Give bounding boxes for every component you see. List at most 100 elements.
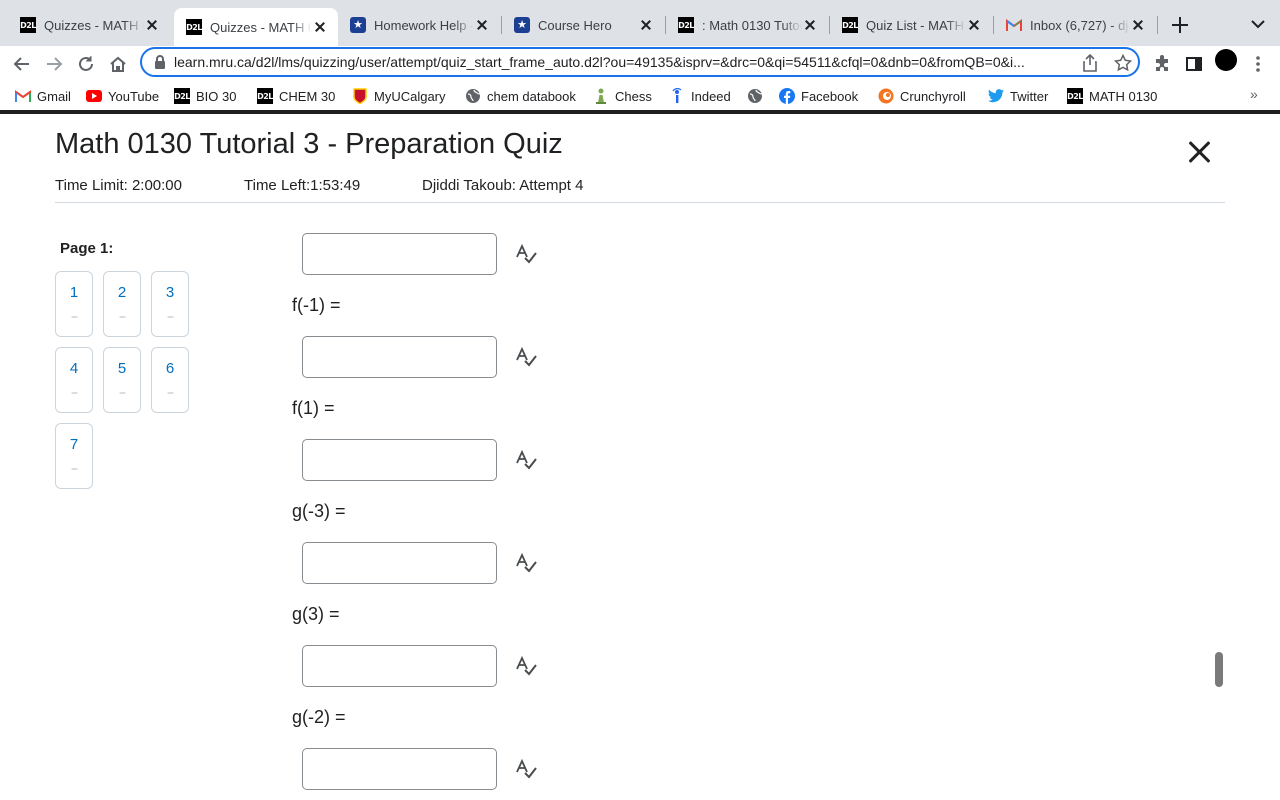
close-tab-icon[interactable] [1130,17,1146,33]
math-editor-icon[interactable] [514,449,538,473]
question-status: -- [119,309,126,323]
profile-avatar[interactable] [1215,49,1237,71]
math-editor-icon[interactable] [514,346,538,370]
question-label: f(1) = [292,398,335,418]
address-bar[interactable]: learn.mru.ca/d2l/lms/quizzing/user/attem… [140,47,1140,77]
question-status: -- [71,461,78,475]
tab-title: Homework Help - Course Hero [374,17,474,33]
bookmark-indeed[interactable]: Indeed [669,86,731,106]
question-nav-4[interactable]: 4 -- [55,347,93,413]
lock-icon[interactable] [154,55,166,74]
question-nav-3[interactable]: 3 -- [151,271,189,337]
bookmarks-overflow-icon[interactable]: » [1250,86,1258,102]
question-nav-5[interactable]: 5 -- [103,347,141,413]
answer-input[interactable] [302,645,497,687]
question-number: 4 [69,360,79,377]
indeed-icon [669,88,685,104]
page-title: Math 0130 Tutorial 3 - Preparation Quiz [55,128,563,160]
question-number: 6 [165,360,175,377]
extensions-icon[interactable] [1150,52,1174,76]
question-nav-7[interactable]: 7 -- [55,423,93,489]
globe-icon [465,88,481,104]
question-nav-6[interactable]: 6 -- [151,347,189,413]
bookmark-myucalgary[interactable]: MyUCalgary [352,86,446,106]
math-editor-icon[interactable] [514,243,538,267]
bookmark-youtube[interactable]: YouTube [86,86,159,106]
bookmark-math0130[interactable]: D2L MATH 0130 [1067,86,1157,106]
bookmark-label: chem databook [487,88,576,104]
bookmark-crunchyroll[interactable]: Crunchyroll [878,86,966,106]
bookmark-star-icon[interactable] [1113,53,1133,72]
answer-input[interactable] [302,336,497,378]
question-label: f(-1) = [292,295,341,315]
bookmark-bio30[interactable]: D2L BIO 30 [174,86,236,106]
close-tab-icon[interactable] [474,17,490,33]
attempt-info: Djiddi Takoub: Attempt 4 [422,177,584,194]
share-icon[interactable] [1082,53,1100,72]
bookmark-chem-databook[interactable]: chem databook [465,86,576,106]
bookmark-label: CHEM 30 [279,88,336,104]
close-tab-icon[interactable] [144,17,160,33]
side-panel-icon[interactable] [1182,52,1206,76]
browser-tab-active[interactable]: D2L Quizzes - MATH 0130 [174,8,338,46]
browser-toolbar: learn.mru.ca/d2l/lms/quizzing/user/attem… [0,46,1280,82]
bookmark-globe[interactable] [747,86,769,106]
math-editor-icon[interactable] [514,552,538,576]
close-tab-icon[interactable] [638,17,654,33]
bookmark-label: MyUCalgary [374,88,446,104]
scrollbar-thumb[interactable] [1215,652,1223,687]
tab-title: : Math 0130 Tutorial 3 [702,17,802,33]
bookmark-twitter[interactable]: Twitter [988,86,1048,106]
question-status: -- [71,309,78,323]
url-text[interactable]: learn.mru.ca/d2l/lms/quizzing/user/attem… [174,54,1074,70]
browser-tab[interactable]: D2L Quiz List - MATH 0130 [830,8,992,42]
browser-tab[interactable]: ★ Homework Help - Course Hero [338,8,500,42]
d2l-icon: D2L [186,19,202,35]
question-number: 5 [117,360,127,377]
answer-input[interactable] [302,233,497,275]
ucalgary-icon [352,88,368,104]
chess-icon [593,88,609,104]
bookmark-label: Chess [615,88,652,104]
tab-title: Course Hero [538,17,612,33]
course-hero-icon: ★ [350,17,366,33]
close-tab-icon[interactable] [966,17,982,33]
bookmark-facebook[interactable]: Facebook [779,86,858,106]
close-icon[interactable] [1186,138,1214,166]
new-tab-icon[interactable] [1168,13,1192,37]
question-status: -- [71,385,78,399]
answer-input[interactable] [302,542,497,584]
answer-input[interactable] [302,439,497,481]
back-icon[interactable] [8,50,36,78]
tab-separator [1157,16,1158,34]
browser-tab[interactable]: D2L : Math 0130 Tutorial 3 [666,8,828,42]
bookmark-chess[interactable]: Chess [593,86,652,106]
question-number: 3 [165,284,175,301]
bookmark-label: MATH 0130 [1089,88,1158,104]
bookmark-chem30[interactable]: D2L CHEM 30 [257,86,335,106]
home-icon[interactable] [104,50,132,78]
reload-icon[interactable] [72,50,100,78]
menu-icon[interactable] [1246,52,1270,76]
math-editor-icon[interactable] [514,655,538,679]
browser-tab[interactable]: ★ Course Hero [502,8,664,42]
math-editor-icon[interactable] [514,758,538,782]
browser-tab[interactable]: Inbox (6,727) - dj [994,8,1156,42]
question-label: g(3) = [292,604,340,624]
browser-tab[interactable]: D2L Quizzes - MATH 0130 [8,8,170,42]
forward-icon[interactable] [40,50,68,78]
tab-title: Quizzes - MATH 0130 [210,19,312,35]
close-tab-icon[interactable] [312,19,328,35]
bookmark-label: Facebook [801,88,859,104]
question-nav-1[interactable]: 1 -- [55,271,93,337]
bookmark-gmail[interactable]: Gmail [15,86,71,106]
bookmark-label: BIO 30 [196,88,237,104]
chevron-down-icon[interactable] [1248,14,1268,34]
question-nav-2[interactable]: 2 -- [103,271,141,337]
page-label: Page 1: [60,240,114,257]
gmail-icon [15,88,31,104]
answer-input[interactable] [302,748,497,790]
d2l-icon: D2L [257,88,273,104]
facebook-icon [779,88,795,104]
close-tab-icon[interactable] [802,17,818,33]
